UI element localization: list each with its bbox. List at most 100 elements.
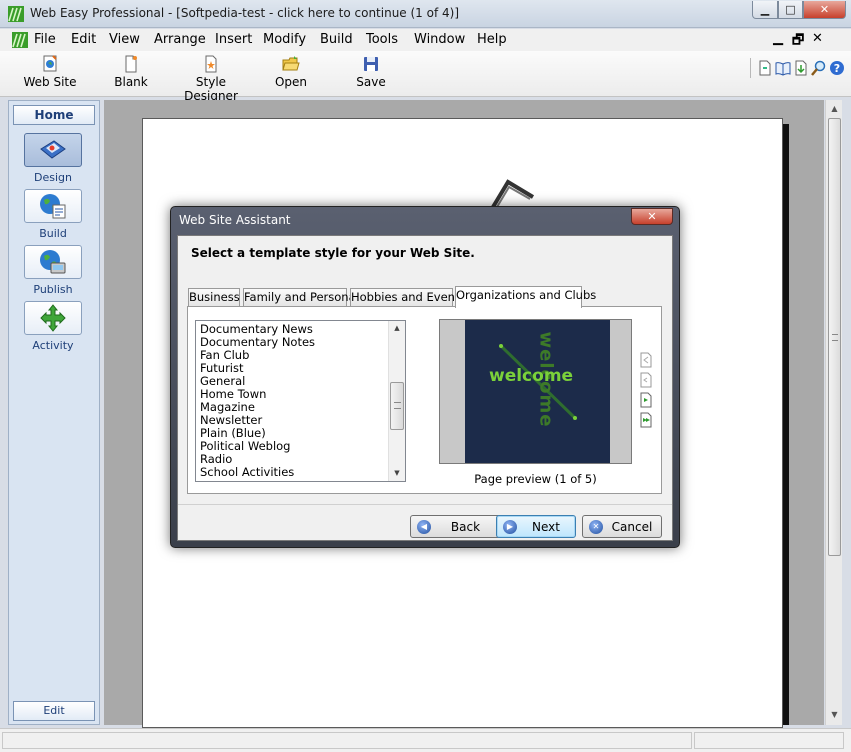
toolbar-right-group: ?: [750, 57, 845, 79]
tab-organizations-and-clubs[interactable]: Organizations and Clubs: [455, 286, 596, 308]
list-item[interactable]: Newsletter: [200, 413, 262, 427]
next-label: Next: [532, 520, 560, 534]
menu-tools[interactable]: Tools: [366, 32, 398, 47]
nav-activity-label: Activity: [32, 339, 74, 352]
menu-help[interactable]: Help: [477, 32, 507, 47]
dialog-close-button[interactable]: ✕: [631, 208, 673, 225]
nav-publish-label: Publish: [33, 283, 73, 296]
toolbar: Web Site Blank Style Designer Open Save: [0, 51, 851, 103]
next-page-icon[interactable]: [639, 392, 653, 408]
svg-text:?: ?: [834, 62, 840, 75]
back-button[interactable]: ◀ Back: [410, 515, 501, 538]
blank-page-icon: [125, 55, 137, 73]
save-disk-icon: [364, 57, 378, 71]
web-site-icon: [43, 55, 57, 72]
mdi-restore-button[interactable]: 🗗: [792, 31, 804, 53]
build-icon: [40, 194, 66, 219]
save-button[interactable]: Save: [352, 55, 390, 89]
list-item[interactable]: School Activities: [200, 465, 294, 479]
list-scroll-down-arrow[interactable]: ▼: [389, 466, 405, 480]
window-title: Web Easy Professional - [Softpedia-test …: [30, 6, 459, 20]
status-cell-main: [2, 732, 692, 749]
preview-caption: Page preview (1 of 5): [474, 472, 597, 486]
cancel-button[interactable]: ✕ Cancel: [582, 515, 662, 538]
cancel-x-icon: ✕: [589, 520, 603, 534]
menu-file[interactable]: File: [34, 32, 56, 47]
dialog-title: Web Site Assistant: [179, 213, 291, 227]
menu-bar: File Edit View Arrange Insert Modify Bui…: [0, 29, 851, 51]
page-icon[interactable]: [757, 60, 773, 76]
menu-build[interactable]: Build: [320, 32, 353, 47]
template-list[interactable]: Documentary News Documentary Notes Fan C…: [195, 320, 406, 482]
book-icon[interactable]: [775, 60, 791, 76]
list-item[interactable]: Documentary Notes: [200, 335, 315, 349]
menu-arrange[interactable]: Arrange: [154, 32, 206, 47]
list-item[interactable]: Documentary News: [200, 322, 313, 336]
open-button[interactable]: Open: [271, 55, 311, 89]
design-icon: [40, 140, 66, 159]
menu-window[interactable]: Window: [414, 32, 465, 47]
mdi-close-button[interactable]: ✕: [812, 31, 823, 46]
publish-icon-box: [24, 245, 82, 279]
style-designer-button[interactable]: Style Designer: [172, 55, 250, 103]
zoom-icon[interactable]: [811, 60, 827, 76]
style-designer-label: Style Designer: [184, 75, 238, 103]
scroll-up-arrow[interactable]: ▲: [826, 100, 843, 117]
back-arrow-icon: ◀: [417, 520, 431, 534]
workspace-vertical-scrollbar[interactable]: ▲ ▼: [825, 100, 842, 725]
activity-icon-box: [24, 301, 82, 335]
last-page-icon[interactable]: [639, 412, 653, 428]
list-item[interactable]: Home Town: [200, 387, 266, 401]
preview-side-icons: [639, 352, 655, 432]
next-button[interactable]: ▶ Next: [496, 515, 576, 538]
menu-view[interactable]: View: [109, 32, 140, 47]
help-icon[interactable]: ?: [829, 60, 845, 76]
list-scrollbar[interactable]: ▲ ▼: [388, 321, 405, 481]
save-label: Save: [356, 75, 386, 89]
list-scroll-thumb[interactable]: [390, 382, 404, 430]
list-item[interactable]: Futurist: [200, 361, 244, 375]
list-item[interactable]: Magazine: [200, 400, 255, 414]
dialog-body: Select a template style for your Web Sit…: [177, 235, 673, 541]
menu-insert[interactable]: Insert: [215, 32, 252, 47]
list-item[interactable]: Plain (Blue): [200, 426, 266, 440]
back-label: Back: [450, 520, 481, 534]
export-icon[interactable]: [793, 60, 809, 76]
build-icon-box: [24, 189, 82, 223]
web-site-button[interactable]: Web Site: [22, 55, 78, 89]
list-item[interactable]: Political Weblog: [200, 439, 290, 453]
design-icon-box: [24, 133, 82, 167]
nav-build-button[interactable]: Build: [23, 189, 83, 240]
scroll-down-arrow[interactable]: ▼: [826, 706, 843, 723]
left-navigation: Home Design Build Publish Activity Edit: [8, 100, 100, 725]
menu-edit[interactable]: Edit: [71, 32, 96, 47]
nav-design-label: Design: [34, 171, 72, 184]
dialog-heading: Select a template style for your Web Sit…: [191, 246, 475, 260]
toolbar-separator: [750, 58, 751, 78]
menu-modify[interactable]: Modify: [263, 32, 306, 47]
app-logo-icon: [8, 6, 24, 22]
home-tab[interactable]: Home: [13, 105, 95, 125]
nav-publish-button[interactable]: Publish: [23, 245, 83, 296]
edit-tab[interactable]: Edit: [13, 701, 95, 721]
list-item[interactable]: Radio: [200, 452, 232, 466]
maximize-button[interactable]: □: [778, 1, 803, 19]
tab-family-and-personal[interactable]: Family and Personal: [243, 288, 359, 307]
previous-page-icon[interactable]: [639, 372, 653, 388]
tab-hobbies-and-events[interactable]: Hobbies and Events: [350, 288, 465, 307]
list-item[interactable]: Fan Club: [200, 348, 249, 362]
mdi-minimize-button[interactable]: ▁: [773, 31, 783, 46]
nav-design-button[interactable]: Design: [23, 133, 83, 184]
tab-business[interactable]: Business: [188, 288, 240, 307]
first-page-icon[interactable]: [639, 352, 653, 368]
close-button[interactable]: ✕: [803, 1, 846, 19]
app-menu-icon[interactable]: [12, 32, 28, 48]
nav-activity-button[interactable]: Activity: [23, 301, 83, 352]
web-site-assistant-dialog: Web Site Assistant ✕ Select a template s…: [170, 206, 680, 548]
minimize-button[interactable]: ▁: [752, 1, 778, 19]
list-scroll-up-arrow[interactable]: ▲: [389, 321, 405, 335]
list-scroll-grip: [394, 402, 401, 409]
blank-button[interactable]: Blank: [108, 55, 154, 89]
scroll-thumb[interactable]: [828, 118, 841, 556]
list-item[interactable]: General: [200, 374, 245, 388]
